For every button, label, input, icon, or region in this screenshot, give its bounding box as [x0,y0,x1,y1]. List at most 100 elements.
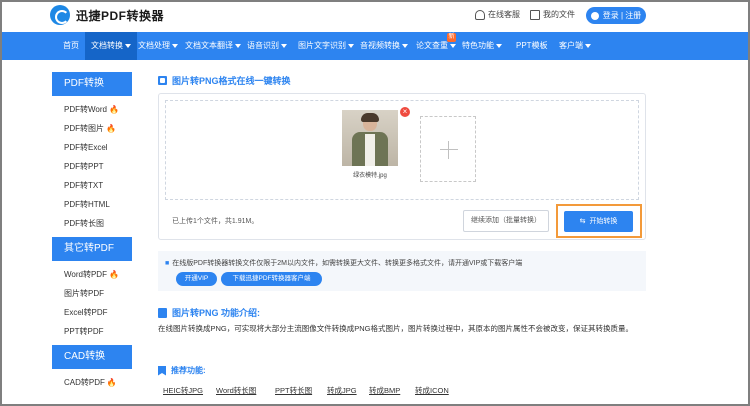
sidebar-item-pdf-to-image[interactable]: PDF转图片 🔥 [52,119,132,138]
nav-label: 客户端 [559,41,583,50]
uploaded-file-thumbnail[interactable] [342,110,398,166]
sidebar-item-label: PDF转HTML [64,200,110,209]
page-title-text: 图片转PNG格式在线一键转换 [172,76,291,86]
login-register-button[interactable]: 登录 | 注册 [586,7,646,24]
document-icon [158,307,167,318]
sidebar-item-pdf-to-txt[interactable]: PDF转TXT [52,176,132,195]
nav-item-translate[interactable]: 文档文本翻译 [185,32,241,60]
customer-service-label: 在线客服 [488,10,520,19]
image-icon [158,76,167,85]
bullet-icon: ■ [165,260,170,267]
chevron-down-icon [585,43,591,48]
logo[interactable]: 迅捷PDF转换器 [50,5,164,25]
chevron-down-icon [235,43,241,48]
customer-service-link[interactable]: 在线客服 [475,9,520,20]
add-more-button[interactable]: 继续添加（批量转换） [463,210,549,232]
sidebar-item-pdf-to-html[interactable]: PDF转HTML [52,195,132,214]
logo-icon [50,5,70,25]
nav-label: 语音识别 [247,41,279,50]
chevron-down-icon [172,43,178,48]
sidebar-item-excel-to-pdf[interactable]: Excel转PDF [52,303,132,322]
open-vip-button[interactable]: 开通VIP [176,272,217,286]
recommend-link-to-icon[interactable]: 转成ICON [415,385,449,396]
nav-label: 文档处理 [138,41,170,50]
sidebar-item-label: PDF转PPT [64,162,104,171]
chevron-down-icon [125,43,131,48]
recommend-link-to-jpg[interactable]: 转成JPG [327,385,357,396]
start-convert-button[interactable]: ⇆ 开始转换 [564,211,633,232]
sidebar-item-label: PDF转TXT [64,181,104,190]
chevron-down-icon [450,43,456,48]
page-title: 图片转PNG格式在线一键转换 [158,74,291,87]
sidebar-item-cad-to-pdf[interactable]: CAD转PDF 🔥 [52,373,132,392]
sidebar-heading-pdf-convert[interactable]: PDF转换 [52,72,132,96]
intro-title-text: 图片转PNG 功能介绍: [172,308,261,318]
new-badge: 新 [447,33,456,42]
remove-file-icon[interactable]: × [400,107,410,117]
login-label: 登录 | 注册 [602,11,642,20]
sidebar-item-label: PPT转PDF [64,327,104,336]
sidebar: PDF转换 PDF转Word 🔥 PDF转图片 🔥 PDF转Excel PDF转PP… [52,72,132,392]
sidebar-item-image-to-pdf[interactable]: 图片转PDF [52,284,132,303]
intro-title: 图片转PNG 功能介绍: [158,306,260,319]
recommend-title: 推荐功能: [158,365,206,376]
swap-icon: ⇆ [579,218,586,225]
chevron-down-icon [281,43,287,48]
chevron-down-icon [348,43,354,48]
file-icon [530,9,540,20]
nav-item-features[interactable]: 特色功能 [462,32,502,60]
fire-icon: 🔥 [108,270,119,279]
nav-item-av-convert[interactable]: 音视频转换 [360,32,408,60]
thumbnail-person-shirt [365,134,375,166]
nav-label: 特色功能 [462,41,494,50]
logo-text: 迅捷PDF转换器 [76,8,165,23]
upload-status: 已上传1个文件，共1.91M。 [172,218,259,225]
sidebar-item-pdf-to-long-image[interactable]: PDF转长图 [52,214,132,233]
user-icon [590,11,599,20]
sidebar-item-label: PDF转图片 [64,124,104,133]
nav-label: 文档转换 [91,41,123,50]
nav-item-ppt-templates[interactable]: PPT模板 [516,32,548,60]
thumbnail-person-hair [361,113,379,122]
main-nav: 首页 文档转换 文档处理 文档文本翻译 语音识别 图片文字识别 音视频转换 论文… [2,32,748,60]
recommend-link-heic-to-jpg[interactable]: HEIC转JPG [163,385,203,396]
fire-icon: 🔥 [106,378,117,387]
sidebar-item-ppt-to-pdf[interactable]: PPT转PDF [52,322,132,341]
nav-label: 音视频转换 [360,41,400,50]
fire-icon: 🔥 [106,124,116,133]
nav-item-client[interactable]: 客户端 [559,32,591,60]
chevron-down-icon [496,43,502,48]
sidebar-item-label: PDF转Word [64,105,107,114]
headset-icon [475,9,485,20]
nav-label: 图片文字识别 [298,41,346,50]
nav-item-doc-process[interactable]: 文档处理 [138,32,178,60]
fire-icon: 🔥 [108,105,119,114]
my-files-link[interactable]: 我的文件 [530,9,575,20]
sidebar-item-pdf-to-word[interactable]: PDF转Word 🔥 [52,100,132,119]
sidebar-item-label: Excel转PDF [64,308,108,317]
sidebar-heading-cad-convert[interactable]: CAD转换 [52,345,132,369]
sidebar-item-label: PDF转长图 [64,219,104,228]
nav-label: 论文查重 [416,41,448,50]
sidebar-item-pdf-to-ppt[interactable]: PDF转PPT [52,157,132,176]
nav-label: PPT模板 [516,41,548,50]
sidebar-heading-to-pdf[interactable]: 其它转PDF [52,237,132,261]
sidebar-item-label: PDF转Excel [64,143,108,152]
recommend-link-word-to-long-image[interactable]: Word转长图 [216,385,256,396]
recommend-link-to-bmp[interactable]: 转成BMP [369,385,400,396]
uploaded-file-name: 绿衣模特.jpg [353,173,387,179]
recommend-link-ppt-to-long-image[interactable]: PPT转长图 [275,385,312,396]
sidebar-item-word-to-pdf[interactable]: Word转PDF 🔥 [52,265,132,284]
nav-item-speech[interactable]: 语音识别 [247,32,287,60]
nav-item-ocr[interactable]: 图片文字识别 [298,32,354,60]
add-file-plus-icon[interactable] [420,116,476,182]
sidebar-item-label: CAD转PDF [64,378,105,387]
intro-text: 在线图片转换成PNG，可实现将大部分主流图像文件转换成PNG格式图片，图片转换过… [158,324,634,333]
start-convert-label: 开始转换 [589,218,618,225]
chevron-down-icon [402,43,408,48]
nav-item-doc-convert[interactable]: 文档转换 [85,32,137,60]
download-client-button[interactable]: 下载迅捷PDF转换器客户端 [221,272,322,286]
sidebar-item-pdf-to-excel[interactable]: PDF转Excel [52,138,132,157]
nav-item-home[interactable]: 首页 [56,32,86,60]
bookmark-icon [158,365,166,376]
